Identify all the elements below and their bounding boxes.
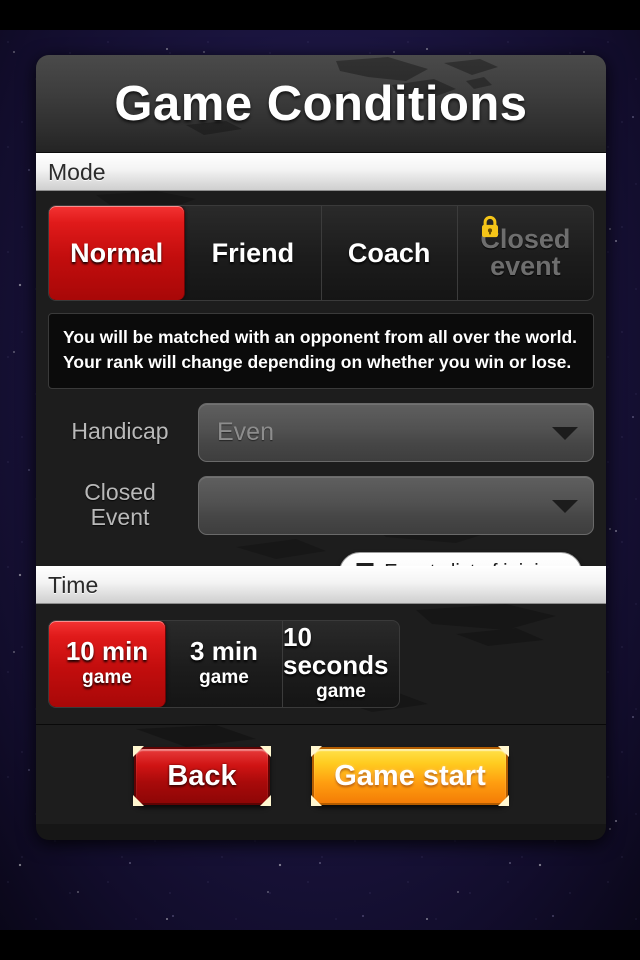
handicap-dropdown-value: Even <box>217 417 274 446</box>
corner-accent <box>260 746 271 757</box>
mode-tab-coach-label: Coach <box>347 237 431 268</box>
letterbox-top <box>0 0 640 30</box>
section-header-mode-label: Mode <box>48 158 106 185</box>
time-tab-10-seconds-main: 10 seconds <box>283 622 389 680</box>
mode-tab-normal-label: Normal <box>70 237 164 268</box>
mode-tab-closed-event-label-line2: event <box>490 251 561 281</box>
time-tab-10-seconds-sub: game <box>316 680 366 702</box>
mode-tab-friend-label: Friend <box>211 237 295 268</box>
section-header-time-label: Time <box>48 571 99 598</box>
handicap-row: Handicap Even <box>48 402 594 462</box>
time-tab-10-min[interactable]: 10 min game <box>49 621 166 707</box>
page-title: Game Conditions <box>114 77 528 131</box>
closed-event-dropdown[interactable] <box>198 475 594 535</box>
corner-accent <box>260 795 271 806</box>
letterbox-bottom <box>0 930 640 960</box>
section-header-mode: Mode <box>36 153 606 191</box>
mode-tab-coach[interactable]: Coach <box>322 206 458 300</box>
events-button-row: Events list of joining <box>48 551 594 566</box>
section-header-time: Time <box>36 566 606 604</box>
app-screen: Game Conditions Mode Normal Friend Coach… <box>0 0 640 960</box>
lock-icon <box>482 215 499 238</box>
mode-tab-closed-event: Closed event <box>458 206 593 300</box>
corner-accent <box>498 795 509 806</box>
mode-section-body: Normal Friend Coach Closed event You wil… <box>36 191 606 566</box>
back-button-label: Back <box>167 759 237 792</box>
time-section-body: 10 min game 3 min game 10 seconds game <box>36 604 606 724</box>
closed-event-label-line2: Event <box>90 504 150 531</box>
time-tab-3-min-main: 3 min <box>190 635 258 666</box>
mode-tab-friend[interactable]: Friend <box>185 206 322 300</box>
mode-description-box: You will be matched with an opponent fro… <box>48 313 594 389</box>
time-tab-3-min-sub: game <box>199 667 249 689</box>
time-tab-3-min[interactable]: 3 min game <box>166 621 283 707</box>
closed-event-row: Closed Event <box>48 475 594 535</box>
game-start-button[interactable]: Game start <box>311 746 509 806</box>
back-button[interactable]: Back <box>133 746 271 806</box>
mode-tab-normal[interactable]: Normal <box>49 206 186 300</box>
corner-accent <box>133 746 144 757</box>
mode-description-line-2: Your rank will change depending on wheth… <box>63 352 572 373</box>
handicap-label: Handicap <box>71 418 169 445</box>
game-conditions-panel: Game Conditions Mode Normal Friend Coach… <box>36 55 606 840</box>
corner-accent <box>311 795 322 806</box>
mode-tab-group[interactable]: Normal Friend Coach Closed event <box>48 205 594 301</box>
panel-footer: Back Game start <box>36 724 606 824</box>
chevron-down-icon <box>552 500 578 514</box>
game-start-button-label: Game start <box>334 759 486 792</box>
events-list-of-joining-button[interactable]: Events list of joining <box>339 551 582 566</box>
time-tab-group[interactable]: 10 min game 3 min game 10 seconds game <box>48 620 400 708</box>
handicap-dropdown[interactable]: Even <box>198 402 594 462</box>
corner-accent <box>498 746 509 757</box>
panel-header: Game Conditions <box>36 55 606 153</box>
footer-button-row: Back Game start <box>36 746 606 806</box>
time-tab-10-seconds[interactable]: 10 seconds game <box>283 621 399 707</box>
corner-accent <box>133 795 144 806</box>
corner-accent <box>311 746 322 757</box>
time-tab-10-min-sub: game <box>82 667 132 689</box>
mode-description-line-1: You will be matched with an opponent fro… <box>63 327 578 347</box>
chevron-down-icon <box>552 427 578 441</box>
closed-event-label-line1: Closed <box>84 478 156 505</box>
time-tab-10-min-main: 10 min <box>65 635 149 666</box>
closed-event-label: Closed Event <box>48 478 198 532</box>
